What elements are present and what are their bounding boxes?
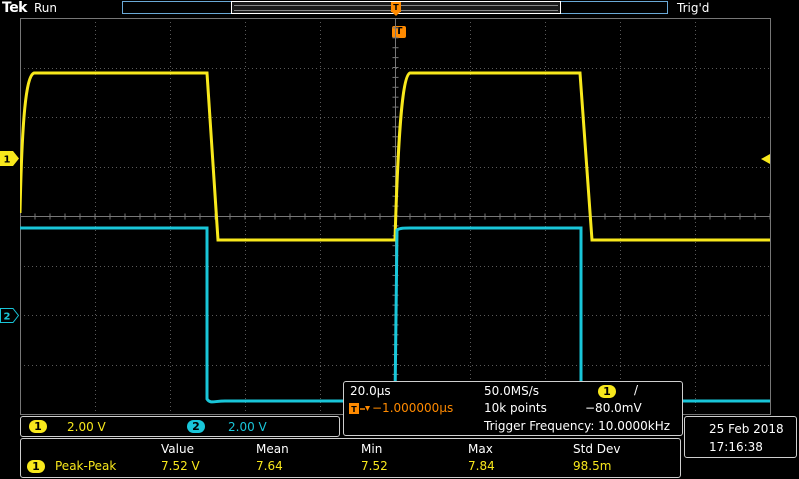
- svg-text:1: 1: [4, 155, 11, 166]
- svg-text:2: 2: [4, 312, 11, 323]
- record-length: 10k points: [484, 401, 547, 415]
- sample-rate: 50.0MS/s: [484, 384, 539, 398]
- trigger-level: −80.0mV: [585, 401, 642, 415]
- time: 17:16:38: [709, 440, 763, 454]
- ch2-badge[interactable]: 2: [187, 420, 205, 433]
- meas-header-stddev: Std Dev: [573, 442, 621, 456]
- ch2-scale: 2.00 V: [228, 420, 267, 434]
- trigger-delay: −1.000000µs: [372, 401, 454, 415]
- meas-header-min: Min: [361, 442, 383, 456]
- meas-header-value: Value: [161, 442, 194, 456]
- trigger-level-marker[interactable]: [761, 154, 770, 164]
- measurement-panel[interactable]: Value Mean Min Max Std Dev 1 Peak-Peak 7…: [20, 438, 681, 478]
- trigger-source-badge: 1: [598, 385, 616, 398]
- meas-channel-badge: 1: [27, 460, 45, 473]
- svg-text:T: T: [393, 3, 399, 12]
- time-per-div: 20.0µs: [350, 384, 391, 398]
- meas-header-mean: Mean: [256, 442, 289, 456]
- trigger-state: Trig'd: [677, 1, 710, 15]
- acquisition-info-panel[interactable]: 20.0µs 50.0MS/s 1 / T −1.000000µs 10k po…: [343, 381, 683, 436]
- meas-min: 7.52: [361, 459, 388, 473]
- svg-text:T: T: [351, 405, 357, 414]
- brand-logo: Tek: [2, 0, 28, 16]
- meas-value: 7.52 V: [161, 459, 200, 473]
- meas-max: 7.84: [468, 459, 495, 473]
- datetime-panel: 25 Feb 2018 17:16:38: [684, 416, 797, 458]
- channel-scale-bar[interactable]: 1 2.00 V 2 2.00 V: [20, 416, 340, 437]
- ch1-scale: 2.00 V: [67, 420, 106, 434]
- top-status-bar: Tek Run T Trig'd: [0, 0, 799, 18]
- meas-name: Peak-Peak: [55, 459, 117, 473]
- trigger-delay-icon: T: [349, 403, 370, 414]
- waveform-display: [20, 18, 771, 415]
- ch1-level-marker[interactable]: 1: [0, 151, 19, 166]
- trigger-slope-icon: /: [634, 383, 639, 397]
- ch2-level-marker[interactable]: 2: [0, 308, 19, 323]
- run-status: Run: [34, 1, 58, 15]
- date: 25 Feb 2018: [709, 422, 784, 436]
- trigger-frequency: Trigger Frequency: 10.0000kHz: [484, 419, 671, 433]
- meas-mean: 7.64: [256, 459, 283, 473]
- meas-stddev: 98.5m: [573, 459, 612, 473]
- meas-header-max: Max: [468, 442, 493, 456]
- ch1-badge[interactable]: 1: [29, 420, 47, 433]
- trigger-position-icon: T: [391, 2, 401, 16]
